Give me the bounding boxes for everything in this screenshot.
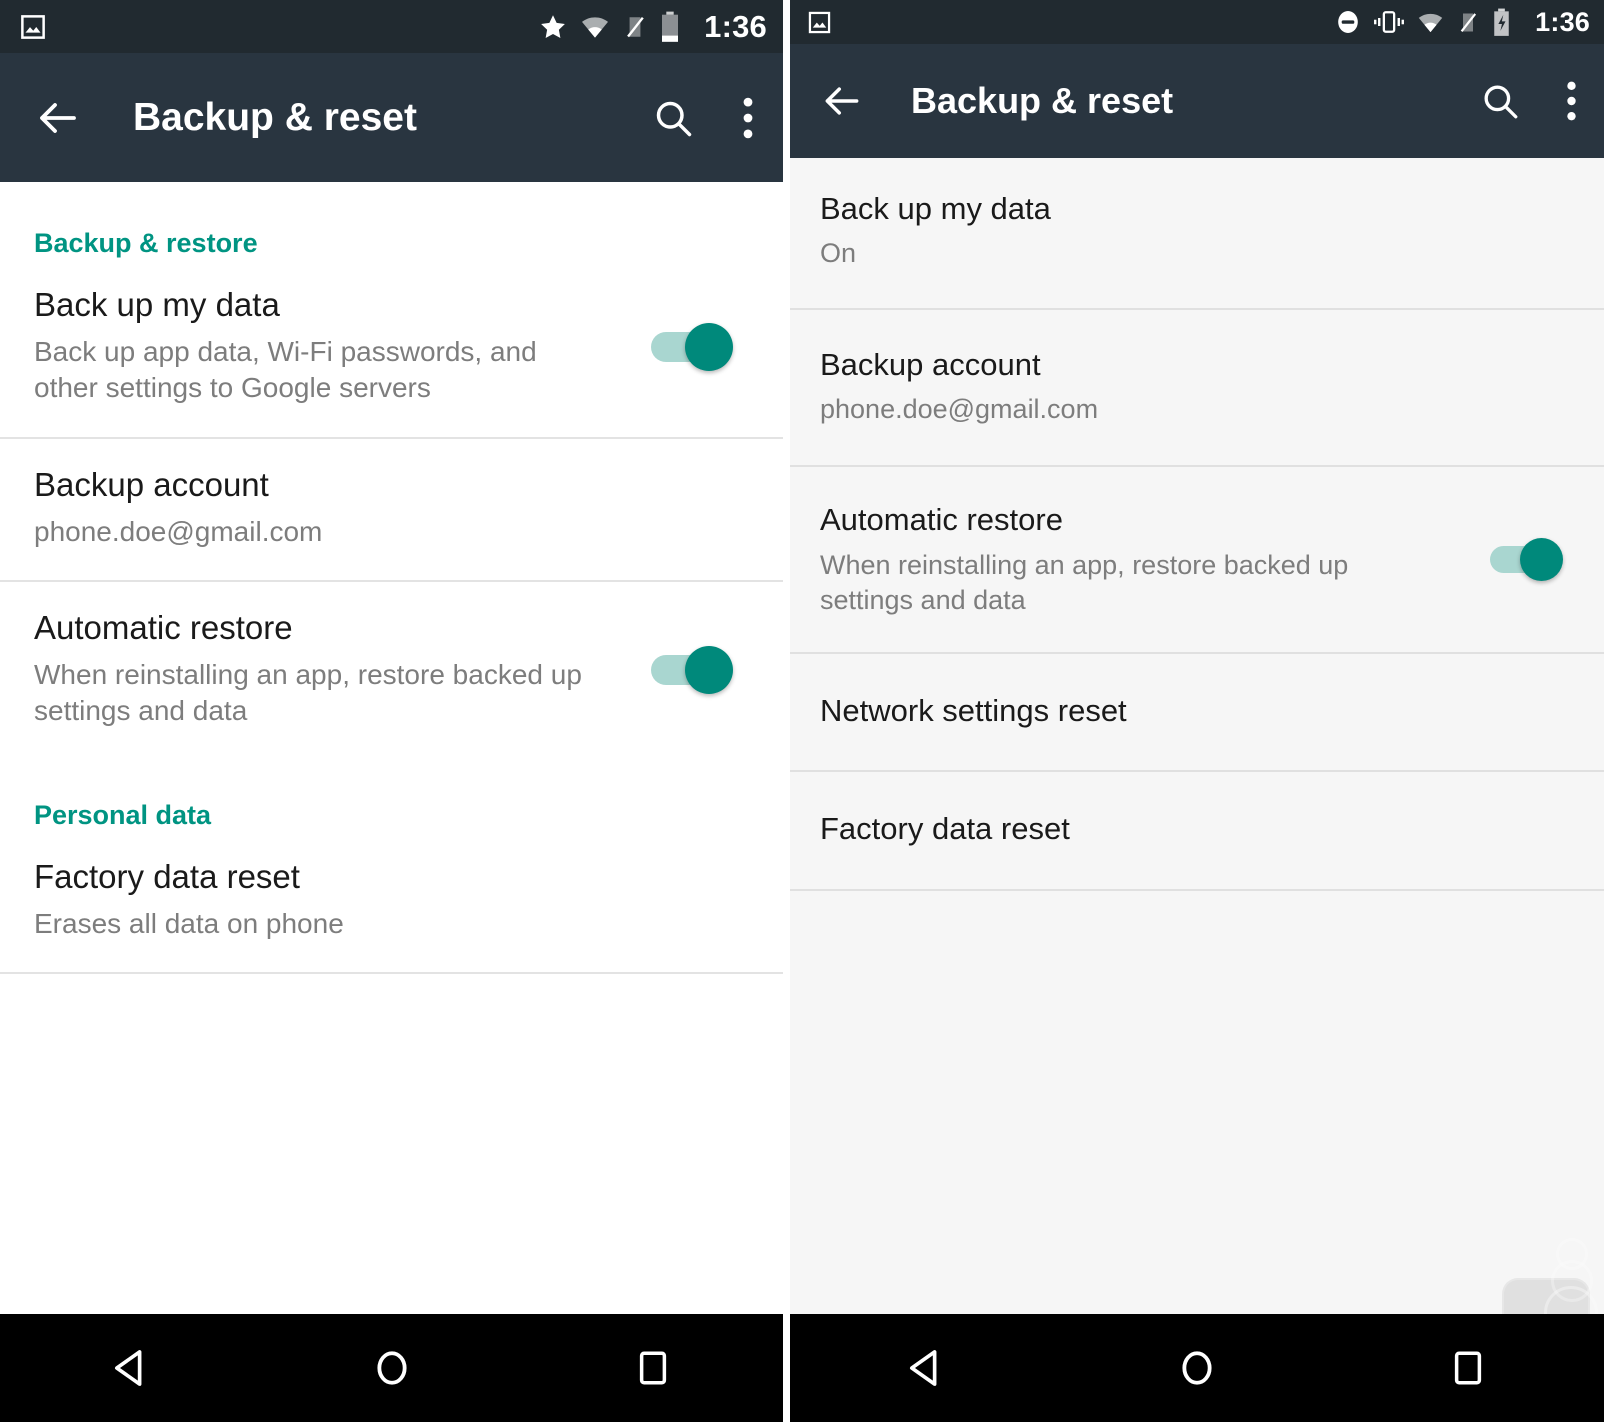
status-bar-notifications — [18, 12, 48, 42]
list-divider — [790, 888, 1604, 891]
settings-list: Back up my data On Backup account phone.… — [790, 158, 1604, 891]
row-text: Factory data reset Erases all data on ph… — [34, 857, 749, 942]
appbar-actions — [651, 96, 757, 140]
nav-back-triangle-icon[interactable] — [851, 1314, 1001, 1422]
section-header-backup-restore: Backup & restore — [34, 228, 258, 258]
watermark-logo-circle-mid — [1551, 1260, 1593, 1302]
row-subtitle: Back up app data, Wi-Fi passwords, and o… — [34, 335, 537, 404]
status-bar-notifications — [806, 9, 833, 36]
status-bar: 1:36 — [790, 0, 1604, 44]
row-subtitle: When reinstalling an app, restore backed… — [34, 658, 582, 727]
wifi-icon — [579, 12, 611, 42]
app-bar: Backup & reset — [0, 53, 783, 182]
back-arrow-icon[interactable] — [34, 94, 82, 142]
row-title: Network settings reset — [820, 692, 1127, 728]
row-back-up-my-data[interactable]: Back up my data Back up app data, Wi-Fi … — [0, 259, 783, 437]
row-title: Back up my data — [820, 191, 1051, 226]
vibrate-icon — [1373, 8, 1405, 36]
nav-home-circle-icon[interactable] — [317, 1314, 467, 1422]
row-back-up-my-data[interactable]: Back up my data On — [790, 158, 1604, 308]
section-header-personal-data: Personal data — [34, 799, 212, 830]
row-factory-data-reset[interactable]: Factory data reset Erases all data on ph… — [0, 831, 783, 972]
battery-icon — [659, 11, 681, 43]
status-bar-system-icons: 1:36 — [1334, 7, 1590, 38]
status-bar-system-icons: 1:36 — [538, 9, 767, 45]
row-network-settings-reset[interactable]: Network settings reset — [790, 654, 1604, 770]
row-subtitle: Erases all data on phone — [34, 907, 344, 939]
signal-off-icon — [1456, 9, 1480, 36]
row-factory-data-reset[interactable]: Factory data reset — [790, 772, 1604, 888]
star-icon — [538, 12, 568, 42]
nav-recents-square-icon[interactable] — [578, 1314, 728, 1422]
more-options-icon[interactable] — [739, 96, 757, 140]
navigation-bar — [0, 1314, 783, 1422]
status-bar: 1:36 — [0, 0, 783, 53]
battery-charging-icon — [1491, 8, 1512, 37]
row-backup-account[interactable]: Backup account phone.doe@gmail.com — [790, 310, 1604, 466]
automatic-restore-toggle[interactable] — [651, 640, 739, 698]
navigation-bar — [790, 1314, 1604, 1422]
toggle-thumb — [685, 322, 733, 371]
page-title: Backup & reset — [133, 95, 417, 139]
nav-home-circle-icon[interactable] — [1122, 1314, 1272, 1422]
row-text: Backup account phone.doe@gmail.com — [34, 465, 749, 550]
image-icon — [806, 9, 833, 36]
back-arrow-icon[interactable] — [820, 79, 864, 123]
status-bar-clock: 1:36 — [704, 8, 767, 44]
row-title: Backup account — [34, 465, 269, 503]
do-not-disturb-icon — [1334, 8, 1362, 36]
row-subtitle: phone.doe@gmail.com — [34, 515, 323, 547]
status-bar-clock: 1:36 — [1535, 6, 1590, 37]
page-title: Backup & reset — [911, 80, 1174, 121]
row-text: Backup account phone.doe@gmail.com — [820, 346, 1574, 428]
search-icon[interactable] — [1479, 80, 1521, 122]
settings-list: Backup & restore Back up my data Back up… — [0, 182, 783, 974]
nav-back-triangle-icon[interactable] — [56, 1314, 206, 1422]
screenshot-stage: 1:36 Backup & reset Backup & restore Bac… — [0, 0, 1604, 1422]
row-text: Automatic restore When reinstalling an a… — [820, 501, 1468, 618]
appbar-actions — [1479, 80, 1580, 122]
row-text: Network settings reset — [820, 692, 1574, 730]
signal-off-icon — [622, 12, 648, 42]
row-text: Automatic restore When reinstalling an a… — [34, 608, 627, 730]
row-title: Factory data reset — [820, 811, 1070, 847]
right-phone-screenshot: 1:36 Backup & reset Back up my data On B… — [790, 0, 1604, 1422]
wifi-icon — [1416, 9, 1445, 36]
row-title: Factory data reset — [34, 857, 300, 895]
more-options-icon[interactable] — [1563, 80, 1580, 122]
row-subtitle: When reinstalling an app, restore backed… — [820, 549, 1349, 615]
automatic-restore-toggle[interactable] — [1490, 533, 1568, 585]
row-automatic-restore[interactable]: Automatic restore When reinstalling an a… — [0, 582, 783, 760]
row-text: Factory data reset — [820, 810, 1574, 848]
search-icon[interactable] — [651, 96, 695, 140]
row-automatic-restore[interactable]: Automatic restore When reinstalling an a… — [790, 467, 1604, 652]
row-title: Back up my data — [34, 286, 280, 323]
toggle-thumb — [685, 645, 733, 694]
row-text: Back up my data On — [820, 190, 1574, 272]
image-icon — [18, 12, 48, 42]
back-up-my-data-toggle[interactable] — [651, 317, 739, 375]
row-title: Automatic restore — [34, 608, 293, 646]
list-divider — [0, 971, 783, 974]
row-subtitle: phone.doe@gmail.com — [820, 393, 1099, 424]
row-backup-account[interactable]: Backup account phone.doe@gmail.com — [0, 439, 783, 580]
row-title: Automatic restore — [820, 502, 1063, 538]
nav-recents-square-icon[interactable] — [1393, 1314, 1543, 1422]
row-title: Backup account — [820, 346, 1041, 382]
row-subtitle: On — [820, 238, 857, 269]
row-text: Back up my data Back up app data, Wi-Fi … — [34, 285, 627, 407]
app-bar: Backup & reset — [790, 44, 1604, 158]
watermark-logo-circle-small — [1556, 1238, 1588, 1270]
left-phone-screenshot: 1:36 Backup & reset Backup & restore Bac… — [0, 0, 783, 1422]
toggle-thumb — [1520, 538, 1563, 582]
